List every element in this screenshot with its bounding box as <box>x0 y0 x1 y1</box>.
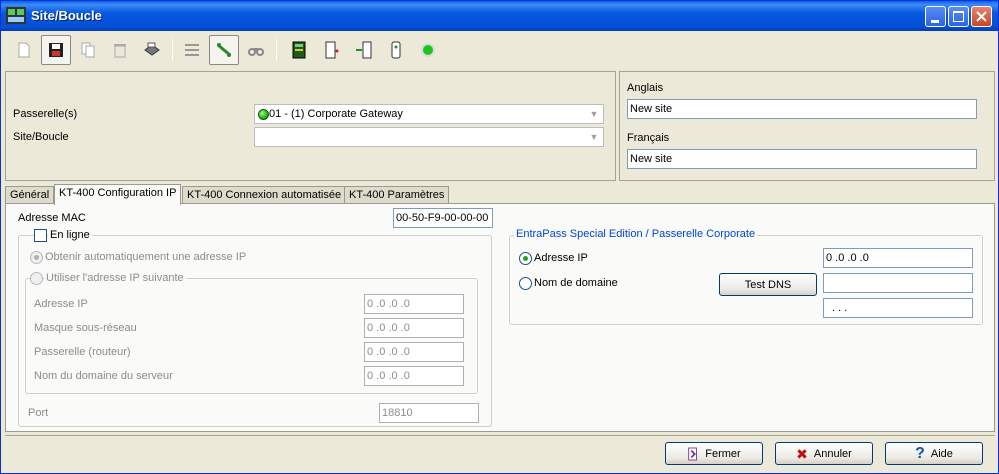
ip-label: Adresse IP <box>34 298 88 310</box>
cancel-x-icon: ✖ <box>796 445 808 462</box>
tab-general[interactable]: Général <box>5 186 55 204</box>
ip-config-panel: Adresse MAC 00-50-F9-00-00-00 En ligne O… <box>5 203 995 432</box>
tab-parameters[interactable]: KT-400 Paramètres <box>344 186 450 204</box>
domain-name-label: Nom de domaine <box>534 277 618 289</box>
entrapass-group-title: EntraPass Special Edition / Passerelle C… <box>514 228 758 240</box>
device-button[interactable] <box>381 35 411 65</box>
port-input[interactable]: 18810 <box>379 403 479 423</box>
french-label: Français <box>627 132 670 144</box>
door-button[interactable] <box>317 35 347 65</box>
entrapass-ip-label: Adresse IP <box>534 252 588 264</box>
gateway-label: Passerelle(s) <box>13 108 78 120</box>
footer-divider <box>5 435 995 436</box>
entrapass-ip-input[interactable]: 0 .0 .0 .0 <box>823 248 973 268</box>
manual-ip-radio[interactable] <box>30 272 43 285</box>
search-button[interactable] <box>241 35 271 65</box>
router-label: Passerelle (routeur) <box>34 346 131 358</box>
resolved-ip-input[interactable]: . . . <box>823 298 973 318</box>
controller-button[interactable] <box>284 35 314 65</box>
toolbar <box>6 35 993 67</box>
gateway-status-icon <box>258 109 269 120</box>
title-bar[interactable]: Site/Boucle <box>1 1 998 31</box>
new-button[interactable] <box>9 35 39 65</box>
names-panel: Anglais New site Français New site <box>619 71 995 181</box>
delete-button[interactable] <box>105 35 135 65</box>
chevron-down-icon: ▼ <box>589 109 599 119</box>
list-view-icon <box>185 44 199 56</box>
list-view-button[interactable] <box>177 35 207 65</box>
status-button[interactable] <box>413 35 443 65</box>
toolbar-separator <box>172 39 173 61</box>
door-icon <box>325 41 339 59</box>
auto-ip-label: Obtenir automatiquement une adresse IP <box>45 251 247 263</box>
tab-ip-config[interactable]: KT-400 Configuration IP <box>54 184 182 205</box>
chevron-down-icon: ▼ <box>589 132 599 142</box>
binoculars-icon <box>248 48 264 56</box>
entrapass-ip-radio[interactable] <box>519 252 532 265</box>
auto-ip-radio[interactable] <box>30 251 43 264</box>
router-input[interactable]: 0 .0 .0 .0 <box>364 342 464 362</box>
online-label: En ligne <box>48 229 92 241</box>
copy-icon <box>81 42 95 58</box>
controller-board-icon <box>292 41 306 59</box>
port-label: Port <box>28 407 49 419</box>
print-button[interactable] <box>137 35 167 65</box>
cancel-button[interactable]: ✖ Annuler <box>775 442 873 465</box>
close-button[interactable]: Fermer <box>665 442 763 465</box>
reader-icon <box>356 41 372 59</box>
mask-input[interactable]: 0 .0 .0 .0 <box>364 318 464 338</box>
domain-name-input[interactable] <box>823 273 973 293</box>
close-button-label: Fermer <box>705 447 741 460</box>
site-label: Site/Boucle <box>13 131 69 143</box>
ip-input[interactable]: 0 .0 .0 .0 <box>364 294 464 314</box>
gateway-select-value: 01 - (1) Corporate Gateway <box>269 108 403 120</box>
status-green-icon <box>421 43 435 57</box>
domain-name-radio[interactable] <box>519 277 532 290</box>
device-icon <box>391 41 401 59</box>
door-exit-icon <box>688 447 698 460</box>
gateway-select[interactable]: 01 - (1) Corporate Gateway ▼ <box>254 104 604 124</box>
maximize-button[interactable] <box>948 6 969 27</box>
new-doc-icon <box>18 42 30 58</box>
mac-label: Adresse MAC <box>18 212 86 224</box>
minimize-button[interactable] <box>925 6 946 27</box>
window-title: Site/Boucle <box>31 8 102 23</box>
mac-input[interactable]: 00-50-F9-00-00-00 <box>393 208 493 228</box>
site-select[interactable]: ▼ <box>254 127 604 147</box>
print-icon <box>144 42 160 56</box>
save-icon <box>49 43 63 57</box>
manual-ip-label: Utiliser l'adresse IP suivante <box>44 272 186 284</box>
link-button[interactable] <box>209 35 239 65</box>
close-icon <box>976 11 987 22</box>
save-button[interactable] <box>41 35 71 65</box>
help-button[interactable]: ? Aide <box>885 442 983 465</box>
help-icon: ? <box>915 444 925 462</box>
main-window: Site/Boucle Passerelle(s) 01 - (1) Corpo… <box>0 0 999 474</box>
delete-icon <box>114 44 126 58</box>
link-icon <box>217 43 231 57</box>
dns-server-input[interactable]: 0 .0 .0 .0 <box>364 366 464 386</box>
reader-button[interactable] <box>349 35 379 65</box>
dns-server-label: Nom du domaine du serveur <box>34 370 173 382</box>
help-button-label: Aide <box>930 447 953 460</box>
test-dns-label: Test DNS <box>744 278 792 291</box>
online-checkbox[interactable] <box>34 229 47 242</box>
english-name-input[interactable]: New site <box>627 99 977 119</box>
english-label: Anglais <box>627 82 664 94</box>
network-app-icon <box>6 7 26 24</box>
french-name-input[interactable]: New site <box>627 149 977 169</box>
close-window-button[interactable] <box>971 6 992 27</box>
toolbar-separator <box>276 39 277 61</box>
gateway-panel: Passerelle(s) 01 - (1) Corporate Gateway… <box>5 71 616 181</box>
tab-auto-connection[interactable]: KT-400 Connexion automatisée <box>182 186 347 204</box>
copy-button[interactable] <box>73 35 103 65</box>
cancel-button-label: Annuler <box>813 447 852 460</box>
test-dns-button[interactable]: Test DNS <box>719 273 817 296</box>
mask-label: Masque sous-réseau <box>34 322 137 334</box>
